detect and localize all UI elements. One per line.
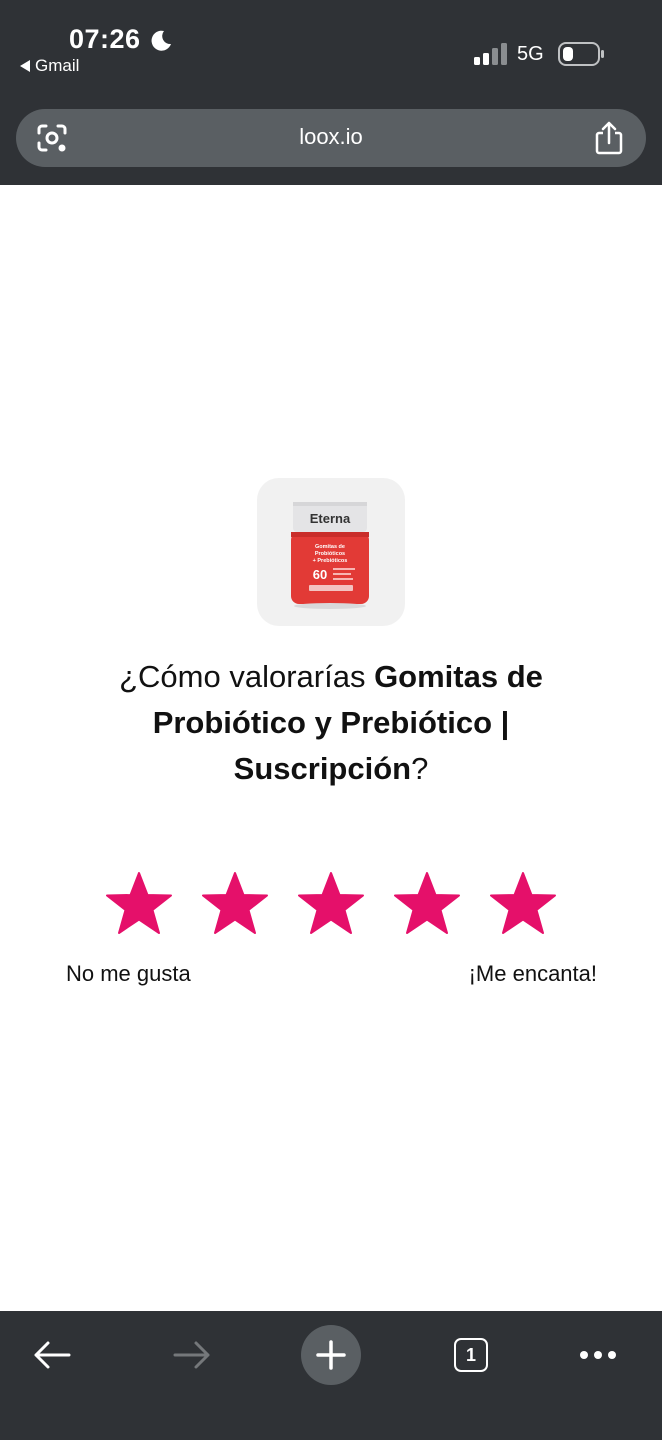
star-2-icon[interactable] [200, 870, 270, 940]
share-icon[interactable] [594, 121, 624, 155]
bottle-count: 60 [313, 567, 327, 582]
forward-button[interactable] [162, 1325, 222, 1385]
new-tab-button[interactable] [301, 1325, 361, 1385]
url-text[interactable]: loox.io [16, 124, 646, 150]
rating-question: ¿Cómo valorarías Gomitas de Probiótico y… [60, 654, 602, 792]
more-menu-button[interactable] [568, 1325, 628, 1385]
star-5-icon[interactable] [488, 870, 558, 940]
question-suffix: ? [411, 751, 429, 786]
moon-icon [151, 30, 171, 51]
back-button[interactable] [22, 1325, 82, 1385]
battery-icon [558, 42, 604, 66]
plus-icon [316, 1340, 346, 1370]
bottom-toolbar: 1 [0, 1311, 662, 1440]
signal-icon [474, 43, 507, 65]
bottle-label-line1: Gomitas de [315, 544, 345, 550]
tab-count: 1 [454, 1338, 488, 1372]
star-4-icon[interactable] [392, 870, 462, 940]
rating-low-label: No me gusta [66, 961, 191, 986]
rating-high-label: ¡Me encanta! [468, 961, 597, 986]
more-dots-icon [580, 1351, 616, 1359]
address-bar[interactable]: loox.io [16, 109, 646, 167]
arrow-right-icon [173, 1341, 210, 1369]
bottle-label-line3: + Prebióticos [313, 558, 348, 564]
question-prefix: ¿Cómo valorarías [119, 659, 375, 694]
star-rating [104, 870, 558, 940]
back-triangle-icon [20, 60, 30, 72]
star-3-icon[interactable] [296, 870, 366, 940]
status-time: 07:26 [69, 24, 141, 54]
tab-switcher-button[interactable]: 1 [441, 1325, 501, 1385]
product-image: Eterna Gomitas de Probióticos + Prebióti… [257, 478, 405, 626]
arrow-left-icon [34, 1341, 71, 1369]
network-label: 5G [517, 43, 544, 65]
bottle-brand-text: Eterna [310, 511, 351, 526]
product-bottle-illustration: Eterna Gomitas de Probióticos + Prebióti… [291, 502, 369, 609]
bottle-label-line2: Probióticos [315, 551, 345, 557]
top-chrome: 07:26 Gmail 5G loox.io [0, 0, 662, 185]
back-app-label: Gmail [35, 56, 80, 75]
star-1-icon[interactable] [104, 870, 174, 940]
back-to-app-button[interactable]: Gmail [20, 56, 79, 76]
